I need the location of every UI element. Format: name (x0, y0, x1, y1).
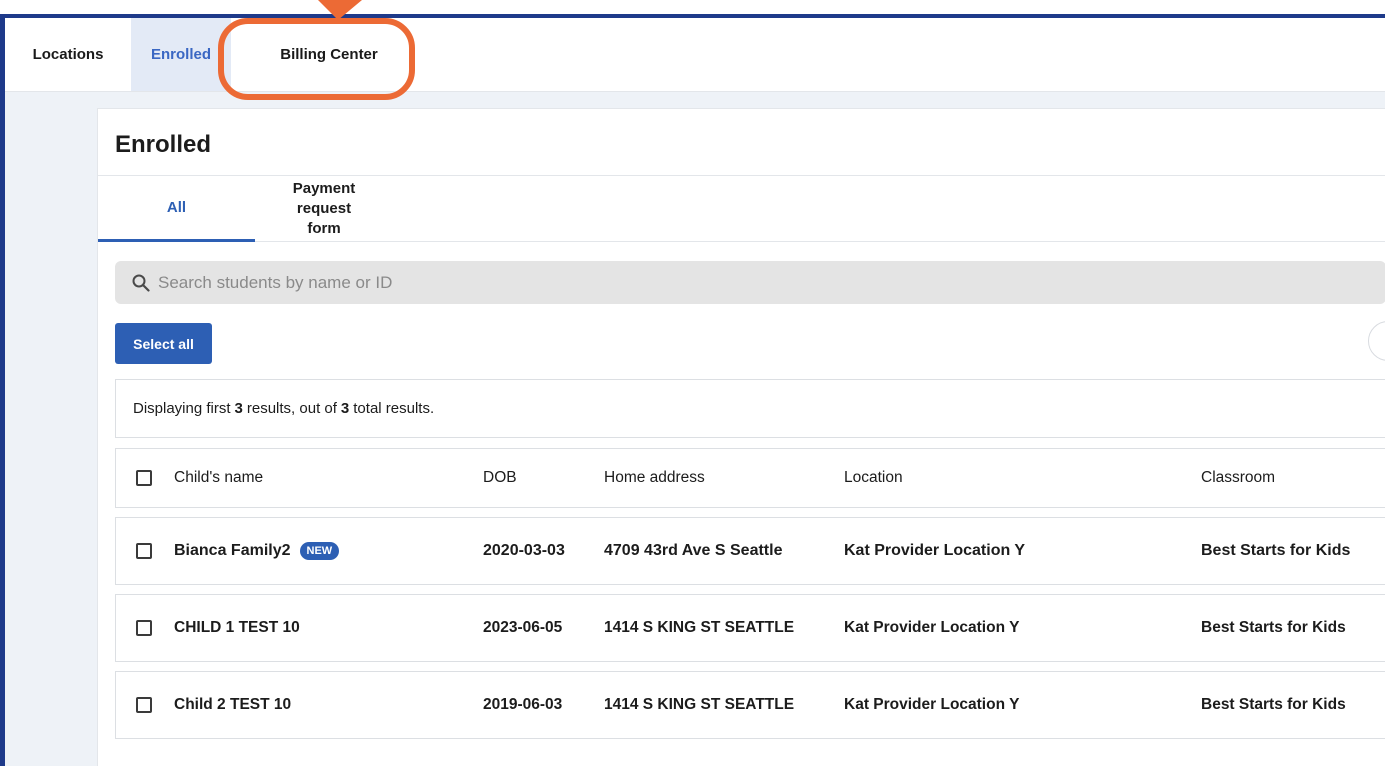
dob-cell: 2023-06-05 (483, 619, 563, 636)
tab-locations[interactable]: Locations (5, 18, 131, 91)
header-location[interactable]: Location (844, 449, 903, 507)
sub-tabs: All Payment request form (98, 176, 1385, 242)
subtab-all[interactable]: All (98, 176, 255, 242)
results-total-count: 3 (340, 400, 350, 417)
new-badge: NEW (299, 542, 340, 560)
address-cell: 4709 43rd Ave S Seattle (604, 542, 783, 559)
enrolled-card: Enrolled All Payment request form Select… (97, 108, 1385, 766)
page-title: Enrolled (115, 131, 212, 158)
results-middle: results, out of (246, 400, 337, 417)
address-cell: 1414 S KING ST SEATTLE (604, 696, 795, 713)
search-bar (115, 261, 1385, 304)
address-cell: 1414 S KING ST SEATTLE (604, 619, 795, 636)
header-dob[interactable]: DOB (483, 449, 593, 507)
table-row[interactable]: Child 2 TEST 10 2019-06-03 1414 S KING S… (115, 671, 1385, 739)
location-cell: Kat Provider Location Y (844, 619, 1020, 636)
round-action-button[interactable] (1368, 321, 1385, 361)
child-name: CHILD 1 TEST 10 (174, 619, 300, 636)
row-checkbox[interactable] (136, 543, 152, 559)
classroom-cell: Best Starts for Kids (1201, 619, 1346, 636)
dob-cell: 2020-03-03 (483, 542, 565, 559)
header-home-address[interactable]: Home address (604, 449, 705, 507)
location-cell: Kat Provider Location Y (844, 696, 1020, 713)
row-checkbox[interactable] (136, 620, 152, 636)
search-icon (132, 274, 150, 292)
search-input[interactable] (158, 272, 1358, 293)
subtab-payment-request-form[interactable]: Payment request form (255, 176, 393, 242)
table-row[interactable]: Bianca Family2 NEW 2020-03-03 4709 43rd … (115, 517, 1385, 585)
child-name-cell: Bianca Family2 NEW (174, 518, 340, 584)
tab-enrolled[interactable]: Enrolled (131, 18, 231, 91)
tab-billing-center[interactable]: Billing Center (231, 18, 427, 91)
results-prefix: Displaying first (133, 400, 231, 417)
results-shown-count: 3 (234, 400, 243, 417)
header-classroom[interactable]: Classroom (1201, 449, 1275, 507)
table-row[interactable]: CHILD 1 TEST 10 2023-06-05 1414 S KING S… (115, 594, 1385, 662)
table-header: Child's name DOB Home address Location C… (115, 448, 1385, 508)
row-checkbox[interactable] (136, 697, 152, 713)
child-name: Child 2 TEST 10 (174, 696, 292, 713)
top-nav: Locations Enrolled Billing Center (5, 18, 1385, 92)
results-summary: Displaying first 3 results, out of 3 tot… (115, 379, 1385, 438)
results-suffix: total results. (353, 400, 435, 417)
classroom-cell: Best Starts for Kids (1201, 696, 1346, 713)
location-cell: Kat Provider Location Y (844, 542, 1026, 559)
header-childs-name[interactable]: Child's name (174, 449, 263, 507)
classroom-cell: Best Starts for Kids (1201, 542, 1351, 559)
select-all-checkbox[interactable] (136, 470, 152, 486)
select-all-button[interactable]: Select all (115, 323, 212, 364)
child-name: Bianca Family2 (174, 542, 291, 559)
dob-cell: 2019-06-03 (483, 696, 563, 713)
